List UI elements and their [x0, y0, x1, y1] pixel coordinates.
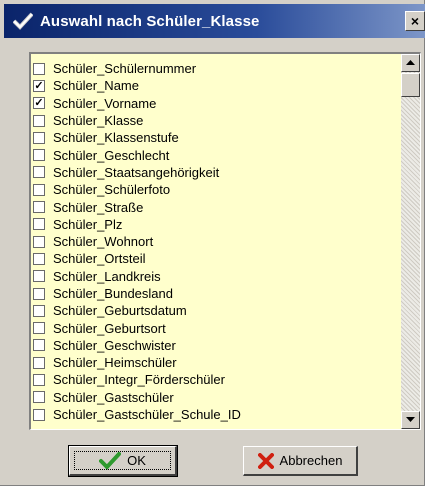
list-item[interactable]: Schüler_Geschlecht	[33, 146, 401, 163]
list-item[interactable]: ✓ Schüler_Vorname	[33, 95, 401, 112]
checkbox[interactable]	[33, 356, 45, 369]
field-list: Schüler_Schülernummer ✓ Schüler_Name ✓ Schül…	[33, 60, 401, 423]
list-item[interactable]: Schüler_Staatsangehörigkeit	[33, 164, 401, 181]
scroll-thumb[interactable]	[401, 73, 420, 97]
checkbox[interactable]	[33, 252, 45, 265]
list-item[interactable]: Schüler_Landkreis	[33, 268, 401, 285]
list-item[interactable]: Schüler_Gastschüler_Schule_ID	[33, 406, 401, 423]
list-item-label: Schüler_Klassenstufe	[53, 130, 179, 146]
list-item[interactable]: ✓ Schüler_Name	[33, 77, 401, 94]
list-item-label: Schüler_Vorname	[53, 95, 157, 111]
field-listbox[interactable]: Schüler_Schülernummer ✓ Schüler_Name ✓ Schül…	[29, 52, 421, 430]
list-item-label: Schüler_Geburtsort	[53, 320, 166, 336]
list-item-label: Schüler_Gastschüler	[53, 389, 174, 405]
list-item[interactable]: Schüler_Heimschüler	[33, 354, 401, 371]
list-item-label: Schüler_Schülerfoto	[53, 182, 171, 198]
close-button[interactable]: ×	[405, 11, 425, 31]
cancel-label: Abbrechen	[279, 453, 343, 468]
title-bar[interactable]: Auswahl nach Schüler_Klasse ×	[4, 4, 425, 38]
list-item-label: Schüler_Straße	[53, 199, 144, 215]
checkbox[interactable]	[33, 235, 45, 248]
list-item[interactable]: Schüler_Plz	[33, 216, 401, 233]
check-icon	[12, 10, 34, 32]
list-item-label: Schüler_Heimschüler	[53, 355, 177, 371]
checkbox[interactable]	[33, 339, 45, 352]
list-item-label: Schüler_Plz	[53, 216, 123, 232]
list-item[interactable]: Schüler_Geburtsdatum	[33, 302, 401, 319]
list-item-label: Schüler_Wohnort	[53, 234, 154, 250]
list-item[interactable]: Schüler_Straße	[33, 198, 401, 215]
list-item-label: Schüler_Gastschüler_Schule_ID	[53, 407, 241, 423]
checkbox[interactable]	[33, 391, 45, 404]
checkbox[interactable]	[33, 149, 45, 162]
dialog-window: Auswahl nach Schüler_Klasse × Schüler_Sc…	[0, 0, 425, 486]
window-title: Auswahl nach Schüler_Klasse	[40, 12, 260, 30]
list-item[interactable]: Schüler_Geburtsort	[33, 319, 401, 336]
checkbox[interactable]	[33, 62, 45, 75]
list-item[interactable]: Schüler_Gastschüler	[33, 389, 401, 406]
checkbox[interactable]	[33, 131, 45, 144]
list-item-label: Schüler_Geburtsdatum	[53, 303, 187, 319]
checkbox[interactable]	[33, 218, 45, 231]
list-item-label: Schüler_Geschwister	[53, 337, 176, 353]
list-item[interactable]: Schüler_Bundesland	[33, 285, 401, 302]
list-item[interactable]: Schüler_Klasse	[33, 112, 401, 129]
scroll-up-button[interactable]	[401, 54, 420, 72]
checkbox[interactable]: ✓	[33, 97, 45, 110]
list-item-label: Schüler_Geschlecht	[53, 147, 170, 163]
checkbox[interactable]	[33, 166, 45, 179]
x-icon	[257, 452, 274, 469]
checkbox[interactable]	[33, 201, 45, 214]
checkbox[interactable]	[33, 270, 45, 283]
checkbox[interactable]	[33, 408, 45, 421]
cancel-button[interactable]: Abbrechen	[243, 446, 358, 476]
checkbox[interactable]: ✓	[33, 79, 45, 92]
focus-rect	[74, 451, 171, 470]
list-item[interactable]: Schüler_Schülerfoto	[33, 181, 401, 198]
list-item[interactable]: Schüler_Wohnort	[33, 233, 401, 250]
checkbox[interactable]	[33, 114, 45, 127]
arrow-down-icon	[406, 417, 415, 422]
arrow-up-icon	[406, 60, 415, 65]
list-item-label: Schüler_Klasse	[53, 113, 144, 129]
list-item-label: Schüler_Bundesland	[53, 286, 173, 301]
list-item[interactable]: Schüler_Schülernummer	[33, 60, 401, 77]
ok-button[interactable]: OK	[68, 445, 178, 477]
list-item[interactable]: Schüler_Integr_Förderschüler	[33, 371, 401, 388]
checkbox[interactable]	[33, 322, 45, 335]
checkbox[interactable]	[33, 304, 45, 317]
list-item-label: Schüler_Name	[53, 78, 139, 94]
checkbox[interactable]	[33, 373, 45, 386]
list-item[interactable]: Schüler_Ortsteil	[33, 250, 401, 267]
checkbox[interactable]	[33, 183, 45, 196]
list-item-label: Schüler_Staatsangehörigkeit	[53, 164, 220, 180]
list-item[interactable]: Schüler_Geschwister	[33, 337, 401, 354]
list-item[interactable]: Schüler_Klassenstufe	[33, 129, 401, 146]
list-item-label: Schüler_Schülernummer	[53, 61, 197, 77]
list-item-label: Schüler_Ortsteil	[53, 251, 146, 267]
scroll-down-button[interactable]	[401, 411, 420, 429]
vertical-scrollbar[interactable]	[401, 54, 420, 429]
checkbox[interactable]	[33, 287, 45, 300]
list-item-label: Schüler_Landkreis	[53, 268, 161, 284]
list-item-label: Schüler_Integr_Förderschüler	[53, 372, 225, 388]
